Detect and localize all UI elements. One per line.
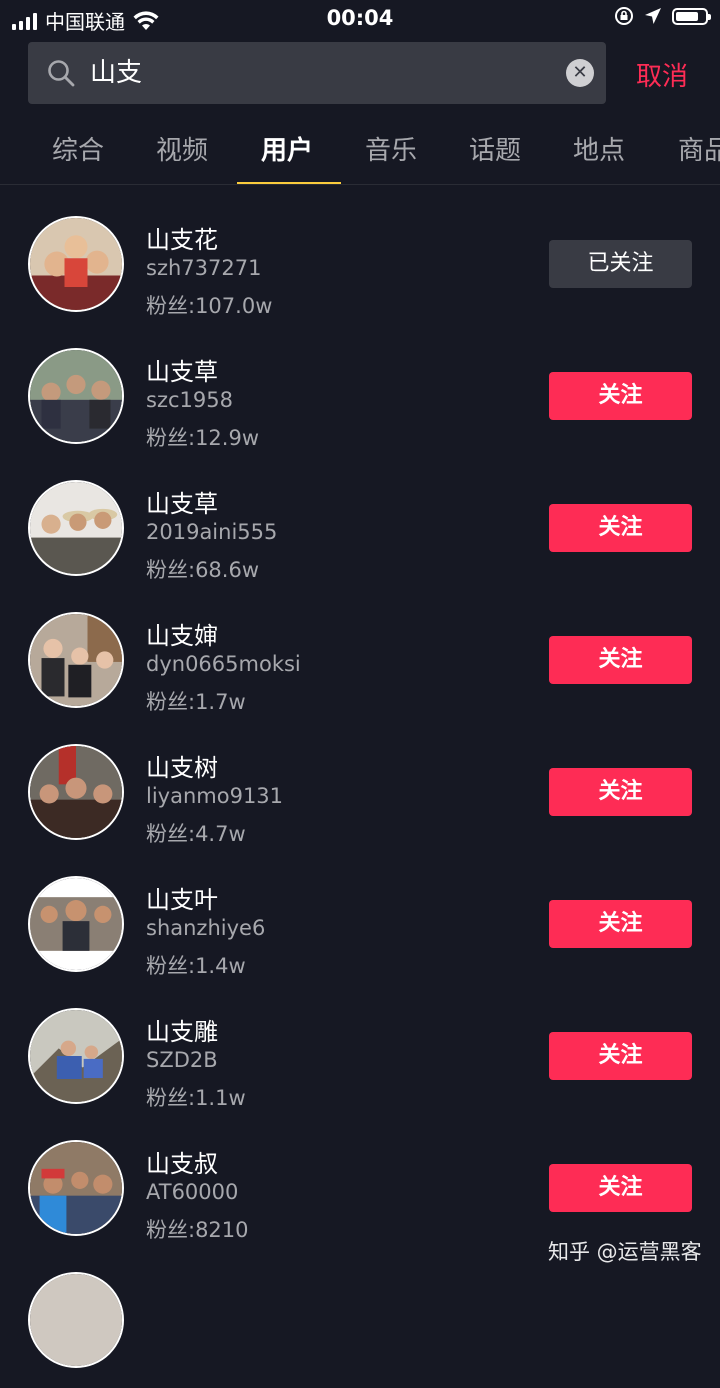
search-icon bbox=[48, 60, 75, 87]
follow-button[interactable]: 关注 bbox=[549, 768, 692, 816]
avatar[interactable] bbox=[28, 744, 124, 840]
avatar[interactable] bbox=[28, 1272, 124, 1368]
battery-icon bbox=[672, 7, 711, 25]
follower-count: 粉丝:12.9w bbox=[146, 426, 260, 450]
tab-users[interactable]: 用户 bbox=[261, 130, 313, 167]
follow-button[interactable]: 关注 bbox=[549, 1032, 692, 1080]
avatar[interactable] bbox=[28, 1008, 124, 1104]
follow-button[interactable]: 关注 bbox=[549, 504, 692, 552]
avatar[interactable] bbox=[28, 348, 124, 444]
avatar[interactable] bbox=[28, 480, 124, 576]
follow-button[interactable]: 关注 bbox=[549, 900, 692, 948]
user-name: 山支婶 bbox=[146, 622, 218, 650]
follow-button[interactable]: 关注 bbox=[549, 372, 692, 420]
follow-button[interactable]: 关注 bbox=[549, 636, 692, 684]
location-arrow-icon bbox=[645, 8, 661, 24]
tab-general[interactable]: 综合 bbox=[52, 130, 104, 167]
clear-icon[interactable]: ✕ bbox=[566, 59, 594, 87]
avatar[interactable] bbox=[28, 1140, 124, 1236]
avatar[interactable] bbox=[28, 216, 124, 312]
status-time: 00:04 bbox=[326, 6, 394, 30]
user-row[interactable]: 山支叶 shanzhiye6 粉丝:1.4w 关注 bbox=[0, 860, 720, 992]
cancel-button[interactable]: 取消 bbox=[636, 56, 688, 93]
user-name: 山支树 bbox=[146, 754, 218, 782]
tab-topics[interactable]: 话题 bbox=[469, 130, 521, 167]
rotation-lock-icon bbox=[615, 7, 633, 25]
status-bar: 中国联通 00:04 bbox=[0, 0, 720, 38]
follower-count: 粉丝:68.6w bbox=[146, 558, 260, 582]
watermark: 知乎 @运营黑客 bbox=[548, 1240, 702, 1264]
user-id: dyn0665moksi bbox=[146, 652, 301, 676]
search-box[interactable]: 山支 ✕ bbox=[28, 42, 606, 104]
user-row[interactable]: 山支草 2019aini555 粉丝:68.6w 关注 bbox=[0, 464, 720, 596]
user-id: shanzhiye6 bbox=[146, 916, 266, 940]
active-tab-indicator bbox=[237, 182, 341, 184]
user-id: szc1958 bbox=[146, 388, 233, 412]
user-id: liyanmo9131 bbox=[146, 784, 284, 808]
followed-button[interactable]: 已关注 bbox=[549, 240, 692, 288]
user-name: 山支雕 bbox=[146, 1018, 218, 1046]
avatar[interactable] bbox=[28, 876, 124, 972]
user-row[interactable]: 山支婶 dyn0665moksi 粉丝:1.7w 关注 bbox=[0, 596, 720, 728]
user-row-partial[interactable] bbox=[0, 1256, 720, 1388]
tab-places[interactable]: 地点 bbox=[573, 130, 625, 167]
follower-count: 粉丝:107.0w bbox=[146, 294, 273, 318]
user-id: szh737271 bbox=[146, 256, 262, 280]
user-row[interactable]: 山支雕 SZD2B 粉丝:1.1w 关注 bbox=[0, 992, 720, 1124]
follower-count: 粉丝:1.4w bbox=[146, 954, 246, 978]
search-input[interactable]: 山支 bbox=[90, 42, 142, 104]
follower-count: 粉丝:1.7w bbox=[146, 690, 246, 714]
follower-count: 粉丝:8210 bbox=[146, 1218, 249, 1242]
follower-count: 粉丝:4.7w bbox=[146, 822, 246, 846]
user-name: 山支叶 bbox=[146, 886, 218, 914]
user-name: 山支花 bbox=[146, 226, 218, 254]
user-name: 山支草 bbox=[146, 490, 218, 518]
tab-products[interactable]: 商品 bbox=[678, 130, 720, 167]
tab-music[interactable]: 音乐 bbox=[365, 130, 417, 167]
tab-videos[interactable]: 视频 bbox=[156, 130, 208, 167]
user-row[interactable]: 山支树 liyanmo9131 粉丝:4.7w 关注 bbox=[0, 728, 720, 860]
category-tabs: 综合 视频 用户 音乐 话题 地点 商品 bbox=[0, 104, 720, 185]
user-id: SZD2B bbox=[146, 1048, 218, 1072]
user-id: AT60000 bbox=[146, 1180, 239, 1204]
follow-button[interactable]: 关注 bbox=[549, 1164, 692, 1212]
user-name: 山支叔 bbox=[146, 1150, 218, 1178]
status-right bbox=[614, 6, 711, 26]
user-row[interactable]: 山支草 szc1958 粉丝:12.9w 关注 bbox=[0, 332, 720, 464]
user-id: 2019aini555 bbox=[146, 520, 278, 544]
user-name: 山支草 bbox=[146, 358, 218, 386]
avatar[interactable] bbox=[28, 612, 124, 708]
follower-count: 粉丝:1.1w bbox=[146, 1086, 246, 1110]
user-row[interactable]: 山支花 szh737271 粉丝:107.0w 已关注 bbox=[0, 200, 720, 332]
